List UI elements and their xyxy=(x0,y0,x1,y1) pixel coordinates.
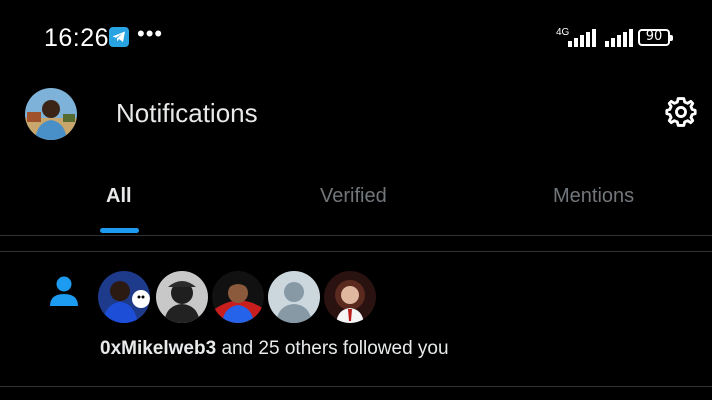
battery-icon: 90 xyxy=(638,29,673,46)
tab-all[interactable]: All xyxy=(106,185,132,208)
battery-level: 90 xyxy=(645,29,663,44)
tab-mentions[interactable]: Mentions xyxy=(553,185,634,208)
profile-avatar[interactable] xyxy=(25,88,77,140)
signal-icon xyxy=(566,29,596,47)
notification-item[interactable]: 0xMikelweb3 and 25 others followed you xyxy=(0,252,712,386)
person-icon xyxy=(49,275,79,307)
default-avatar[interactable] xyxy=(268,271,320,323)
follower-avatar[interactable] xyxy=(98,271,150,323)
notification-tabs: All Verified Mentions xyxy=(0,160,712,236)
gear-icon[interactable] xyxy=(664,95,698,129)
follower-avatar[interactable] xyxy=(212,271,264,323)
active-tab-indicator xyxy=(100,228,139,233)
tab-verified[interactable]: Verified xyxy=(320,185,387,208)
more-notifications-indicator: ••• xyxy=(137,21,164,46)
page-title: Notifications xyxy=(116,98,258,128)
clock: 16:26 xyxy=(44,24,110,52)
follower-username[interactable]: 0xMikelweb3 xyxy=(100,338,216,359)
notification-text: 0xMikelweb3 and 25 others followed you xyxy=(100,338,449,360)
telegram-icon xyxy=(109,27,129,47)
notification-message: and 25 others followed you xyxy=(216,338,449,359)
divider xyxy=(0,386,712,387)
follower-avatar[interactable] xyxy=(156,271,208,323)
follower-avatar[interactable] xyxy=(324,271,376,323)
signal-icon-sim2 xyxy=(603,29,633,47)
status-bar: 16:26 ••• 4G 90 xyxy=(0,0,712,76)
